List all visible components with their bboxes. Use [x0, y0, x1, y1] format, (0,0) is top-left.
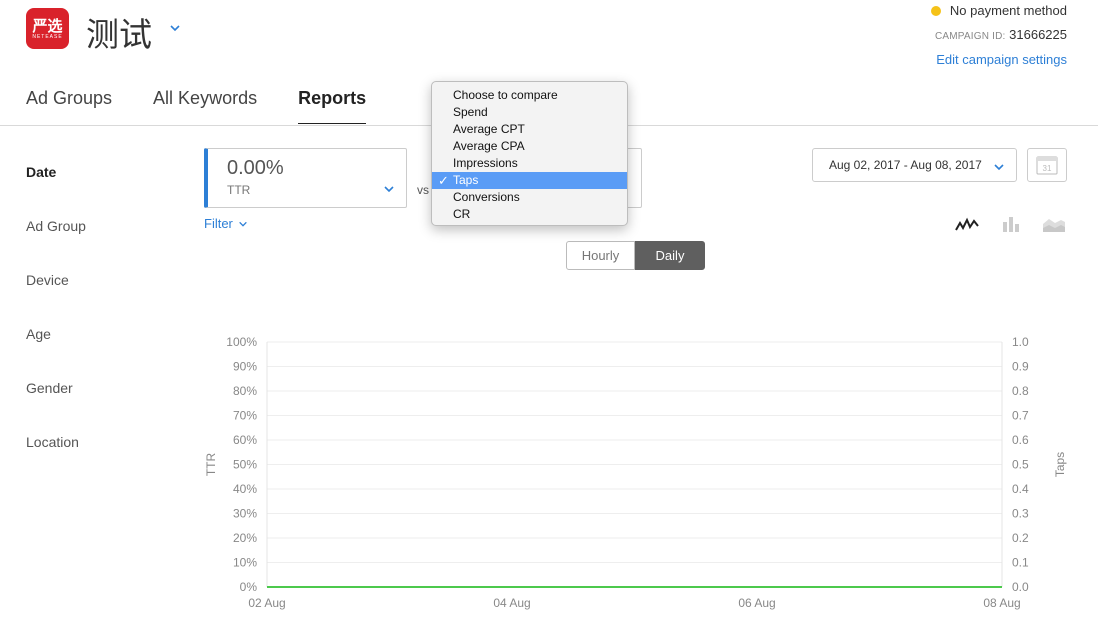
x-tick-label: 08 Aug: [983, 596, 1020, 610]
calendar-button[interactable]: 31: [1027, 148, 1067, 182]
y-tick-label: 10%: [233, 556, 257, 570]
y2-tick-label: 0.3: [1012, 507, 1029, 521]
tab-all-keywords[interactable]: All Keywords: [153, 88, 257, 124]
filter-button[interactable]: Filter: [204, 216, 248, 231]
primary-metric-selector[interactable]: 0.00% TTR: [204, 148, 407, 208]
edit-campaign-settings-link[interactable]: Edit campaign settings: [936, 52, 1067, 67]
chevron-down-icon: [994, 164, 1004, 171]
y-tick-label: 90%: [233, 360, 257, 374]
y2-tick-label: 0.1: [1012, 556, 1029, 570]
menu-item-label: Conversions: [453, 190, 520, 204]
campaign-id: CAMPAIGN ID: 31666225: [935, 27, 1067, 42]
y-tick-label: 0%: [240, 580, 258, 594]
y-tick-label: 40%: [233, 482, 257, 496]
tab-ad-groups[interactable]: Ad Groups: [26, 88, 112, 124]
date-range-value: Aug 02, 2017 - Aug 08, 2017: [829, 158, 982, 172]
chevron-down-icon[interactable]: [169, 22, 181, 34]
menu-item-label: Taps: [453, 173, 479, 187]
y2-axis-title: Taps: [1053, 452, 1067, 477]
payment-status-text: No payment method: [949, 3, 1067, 18]
menu-item-label: Average CPA: [453, 139, 525, 153]
campaign-id-value: 31666225: [1009, 27, 1067, 42]
sidebar-item-location[interactable]: Location: [26, 434, 86, 488]
line-chart-icon[interactable]: [955, 214, 979, 234]
chevron-down-icon: [384, 186, 394, 193]
logo-text: 严选: [32, 16, 63, 35]
hourly-button[interactable]: Hourly: [566, 241, 635, 270]
bar-chart-icon[interactable]: [999, 214, 1023, 234]
y2-tick-label: 0.0: [1012, 580, 1029, 594]
date-range-picker[interactable]: Aug 02, 2017 - Aug 08, 2017: [812, 148, 1017, 182]
svg-text:31: 31: [1043, 164, 1052, 173]
y-tick-label: 100%: [226, 335, 257, 349]
y-tick-label: 20%: [233, 531, 257, 545]
payment-status: No payment method: [930, 3, 1067, 18]
y-tick-label: 80%: [233, 384, 257, 398]
menu-item-choose-to-compare[interactable]: Choose to compare: [432, 87, 627, 104]
campaign-id-label: CAMPAIGN ID:: [934, 31, 1006, 42]
menu-item-label: Spend: [453, 105, 488, 119]
filter-label: Filter: [204, 216, 233, 231]
y2-tick-label: 0.4: [1012, 482, 1029, 496]
y2-tick-label: 0.9: [1012, 360, 1029, 374]
menu-item-label: Impressions: [453, 156, 518, 170]
y2-tick-label: 1.0: [1012, 335, 1029, 349]
report-chart: 0% 10% 20% 30% 40% 50% 60% 70% 80% 90% 100% 0.0 0.1 0…: [204, 335, 1067, 610]
daily-button[interactable]: Daily: [635, 241, 705, 270]
y-tick-label: 30%: [233, 507, 257, 521]
sidebar-item-age[interactable]: Age: [26, 326, 86, 380]
area-chart-icon[interactable]: [1042, 214, 1066, 234]
metric-value: 0.00%: [227, 157, 284, 179]
x-tick-label: 04 Aug: [493, 596, 530, 610]
tab-reports[interactable]: Reports: [298, 88, 367, 124]
x-tick-label: 02 Aug: [248, 596, 285, 610]
y2-tick-label: 0.6: [1012, 433, 1029, 447]
report-dimension-menu: Date Ad Group Device Age Gender Location: [26, 164, 86, 488]
status-dot-icon: [930, 5, 941, 16]
menu-item-impressions[interactable]: Impressions: [432, 155, 627, 172]
compare-dropdown-menu: Choose to compare Spend Average CPT Aver…: [431, 81, 628, 226]
vs-label: vs: [417, 183, 429, 197]
app-logo: 严选 NETEASE: [26, 8, 69, 49]
menu-item-average-cpt[interactable]: Average CPT: [432, 121, 627, 138]
menu-item-average-cpa[interactable]: Average CPA: [432, 138, 627, 155]
y-tick-label: 50%: [233, 458, 257, 472]
menu-item-spend[interactable]: Spend: [432, 104, 627, 121]
y2-tick-label: 0.7: [1012, 409, 1029, 423]
menu-item-label: Average CPT: [453, 122, 525, 136]
x-tick-label: 06 Aug: [738, 596, 775, 610]
y2-tick-label: 0.5: [1012, 458, 1029, 472]
calendar-icon: 31: [1036, 156, 1058, 175]
sidebar-item-date[interactable]: Date: [26, 164, 86, 218]
menu-item-taps[interactable]: ✓ Taps: [432, 172, 627, 189]
sidebar-item-gender[interactable]: Gender: [26, 380, 86, 434]
menu-item-cr[interactable]: CR: [432, 206, 627, 223]
y-tick-label: 70%: [233, 409, 257, 423]
menu-item-label: Choose to compare: [453, 88, 558, 102]
metric-label: TTR: [227, 183, 251, 197]
y-tick-label: 60%: [233, 433, 257, 447]
sidebar-item-ad-group[interactable]: Ad Group: [26, 218, 86, 272]
y2-tick-label: 0.8: [1012, 384, 1029, 398]
y-axis-title: TTR: [204, 453, 218, 477]
main-tabs: Ad Groups All Keywords Reports: [26, 88, 407, 124]
sidebar-item-device[interactable]: Device: [26, 272, 86, 326]
menu-item-conversions[interactable]: Conversions: [432, 189, 627, 206]
checkmark-icon: ✓: [438, 173, 449, 188]
y2-tick-label: 0.2: [1012, 531, 1029, 545]
granularity-toggle: Hourly Daily: [566, 241, 705, 270]
chevron-down-icon: [239, 221, 247, 227]
logo-subtext: NETEASE: [32, 33, 63, 40]
menu-item-label: CR: [453, 207, 471, 221]
campaign-name[interactable]: 测试: [86, 8, 152, 56]
